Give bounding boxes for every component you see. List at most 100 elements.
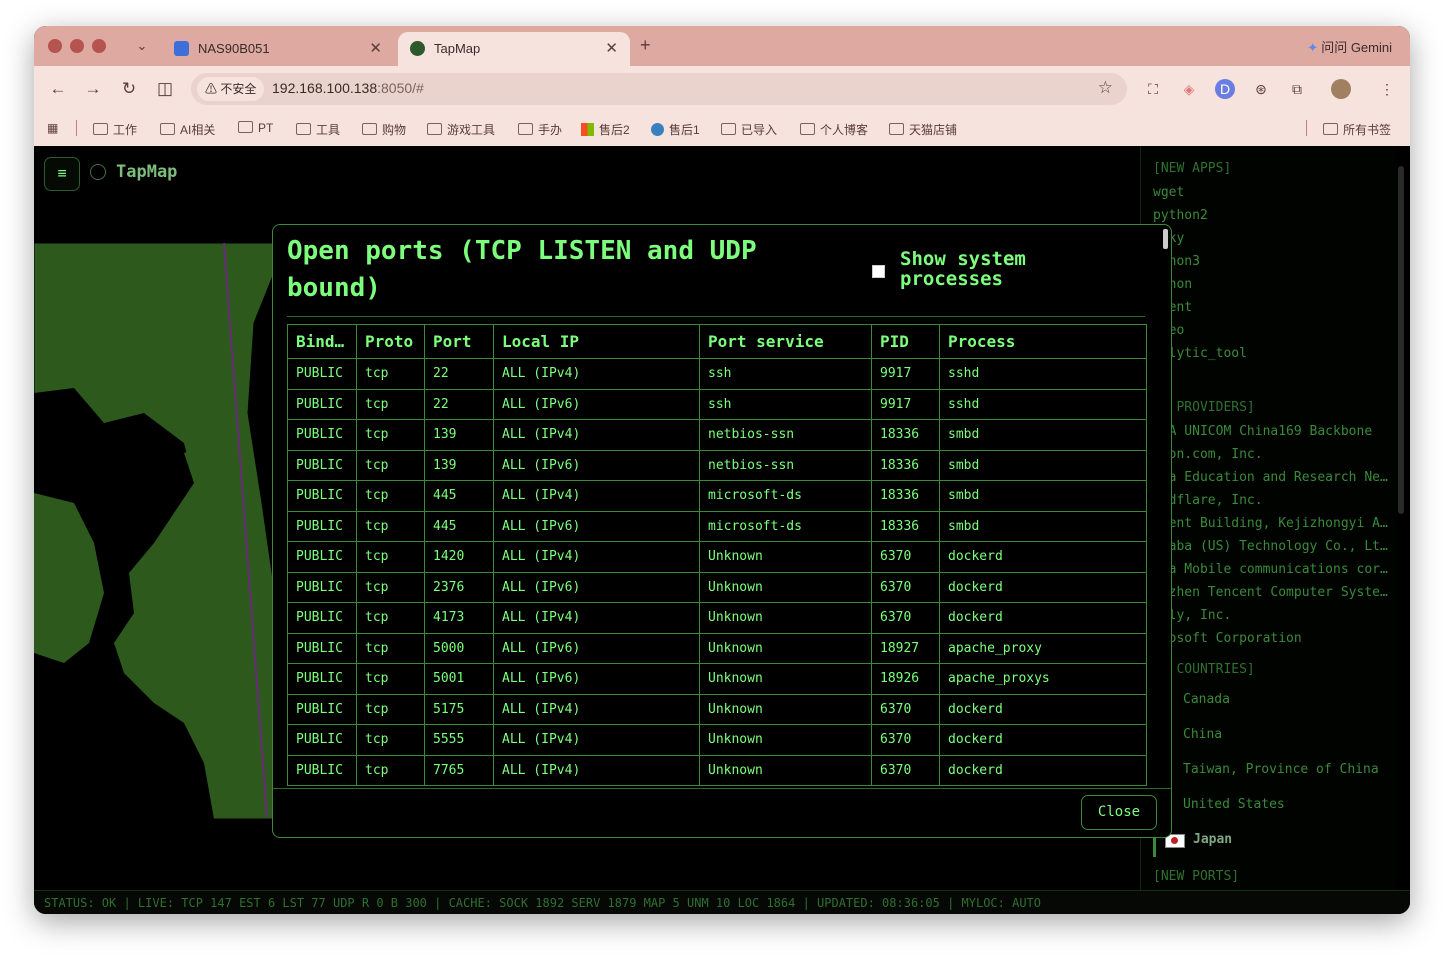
bookmark-folder[interactable]: 工具 (296, 121, 340, 138)
url-text[interactable]: 192.168.100.138:8050/# (272, 80, 424, 96)
table-cell: 18336 (871, 449, 940, 481)
activity-panel[interactable]: [NEW APPS] wget python2 ocky ython3 ytho… (1140, 146, 1396, 890)
puzzle-extensions-icon[interactable]: ⧉ (1287, 79, 1307, 99)
tab-title: NAS90B051 (198, 41, 270, 56)
bookmark-link[interactable]: 售后1 (651, 121, 700, 138)
panel-scrollbar[interactable] (1398, 166, 1404, 514)
provider-entry: crosoft Corporation (1153, 631, 1302, 646)
bookmark-link[interactable]: 售后2 (581, 121, 630, 138)
all-bookmarks-folder[interactable]: 所有书签 (1323, 121, 1391, 138)
table-row[interactable]: PUBLIC tcp 5001 ALL (IPv6) Unknown 18926 apach… (287, 663, 1147, 695)
table-row[interactable]: PUBLIC tcp 5175 ALL (IPv4) Unknown 6370 docker… (287, 693, 1147, 725)
ports-table-wrapper[interactable]: Bind… Proto Port Local IP Port service P… (287, 324, 1147, 786)
table-cell: 5000 (424, 632, 494, 664)
maximize-window-button[interactable] (92, 39, 106, 53)
security-chip[interactable]: ⚠ 不安全 (197, 77, 265, 101)
show-system-checkbox[interactable] (872, 265, 885, 278)
extension-icon[interactable]: ◈ (1179, 79, 1199, 99)
table-cell: ALL (IPv4) (493, 602, 700, 634)
split-view-icon[interactable]: ◫ (155, 79, 175, 99)
table-cell: PUBLIC (287, 510, 357, 542)
table-row[interactable]: PUBLIC tcp 5555 ALL (IPv4) Unknown 6370 docker… (287, 724, 1147, 756)
column-header[interactable]: Proto (356, 324, 425, 359)
new-tab-icon[interactable]: + (640, 35, 651, 56)
table-row[interactable]: PUBLIC tcp 445 ALL (IPv6) microsoft-ds 18336 s… (287, 510, 1147, 542)
folder-icon (93, 123, 108, 135)
tab-search-icon[interactable]: ⌄ (132, 36, 152, 56)
app-entry: ython (1153, 277, 1193, 292)
tab-tapmap[interactable]: TapMap ✕ (398, 32, 630, 66)
close-tab-icon[interactable]: ✕ (605, 39, 618, 57)
bookmark-star-icon[interactable]: ☆ (1098, 78, 1113, 98)
table-cell: 22 (424, 388, 494, 420)
section-header: EW COUNTRIES] (1153, 662, 1255, 677)
column-header[interactable]: Process (939, 324, 1147, 359)
table-cell: 7765 (424, 754, 494, 786)
column-header[interactable]: Port service (699, 324, 872, 359)
bookmark-label: 购物 (382, 123, 407, 137)
table-cell: Unknown (699, 541, 872, 573)
bookmark-label: 售后2 (599, 123, 630, 137)
table-cell: 9917 (871, 388, 940, 420)
table-row[interactable]: PUBLIC tcp 139 ALL (IPv6) netbios-ssn 18336 sm… (287, 449, 1147, 481)
table-row[interactable]: PUBLIC tcp 139 ALL (IPv4) netbios-ssn 18336 sm… (287, 419, 1147, 451)
bookmark-folder[interactable]: PT (238, 121, 273, 135)
minimize-window-button[interactable] (70, 39, 84, 53)
reload-icon[interactable]: ↻ (119, 79, 139, 99)
table-row[interactable]: PUBLIC tcp 2376 ALL (IPv6) Unknown 6370 docker… (287, 571, 1147, 603)
table-cell: 18927 (871, 632, 940, 664)
column-header[interactable]: Local IP (493, 324, 700, 359)
provider-entry: stly, Inc. (1153, 608, 1232, 623)
show-system-label[interactable]: Show system processes (900, 249, 1090, 289)
extension-icon[interactable]: D (1215, 79, 1235, 99)
column-header[interactable]: PID (871, 324, 940, 359)
extension-icon[interactable]: ⛶ (1143, 79, 1163, 99)
table-row[interactable]: PUBLIC tcp 4173 ALL (IPv4) Unknown 6370 docker… (287, 602, 1147, 634)
back-arrow-icon[interactable]: ← (48, 79, 68, 99)
extension-icon[interactable]: ⊛ (1251, 79, 1271, 99)
apps-grid-icon[interactable]: ▦ (47, 121, 58, 135)
table-row[interactable]: PUBLIC tcp 1420 ALL (IPv4) Unknown 6370 docker… (287, 541, 1147, 573)
close-tab-icon[interactable]: ✕ (369, 39, 382, 57)
hamburger-menu-button[interactable]: ≡ (44, 157, 80, 191)
folder-icon (1323, 123, 1338, 135)
bookmark-folder[interactable]: 个人博客 (800, 121, 868, 138)
bookmark-folder[interactable]: 天猫店铺 (889, 121, 957, 138)
table-row[interactable]: PUBLIC tcp 22 ALL (IPv6) ssh 9917 sshd (287, 388, 1147, 420)
table-row[interactable]: PUBLIC tcp 22 ALL (IPv4) ssh 9917 sshd (287, 358, 1147, 390)
table-cell: 445 (424, 510, 494, 542)
bookmark-folder[interactable]: 工作 (93, 121, 137, 138)
bookmark-label: 手办 (538, 123, 563, 137)
table-row[interactable]: PUBLIC tcp 7765 ALL (IPv4) Unknown 6370 docker… (287, 754, 1147, 786)
address-bar[interactable]: ⚠ 不安全 192.168.100.138:8050/# ☆ (191, 73, 1127, 105)
table-cell: PUBLIC (287, 449, 357, 481)
bookmark-folder[interactable]: 游戏工具 (427, 121, 495, 138)
forward-arrow-icon[interactable]: → (83, 79, 103, 99)
bookmark-folder[interactable]: AI相关 (160, 121, 215, 138)
close-window-button[interactable] (48, 39, 62, 53)
bookmark-folder[interactable]: 购物 (362, 121, 406, 138)
app-entry: ocky (1153, 231, 1389, 246)
column-header[interactable]: Port (424, 324, 494, 359)
provider-entry: INA UNICOM China169 Backbone (1153, 424, 1373, 439)
table-cell: 1420 (424, 541, 494, 573)
table-row[interactable]: PUBLIC tcp 445 ALL (IPv4) microsoft-ds 18336 s… (287, 480, 1147, 512)
folder-icon (362, 123, 377, 135)
gemini-button[interactable]: ✦ 问问 Gemini (1307, 37, 1392, 56)
modal-scrollbar[interactable] (1163, 229, 1168, 249)
country-entry: United States (1183, 797, 1285, 812)
close-button[interactable]: Close (1081, 795, 1157, 830)
kebab-menu-icon[interactable]: ⋮ (1377, 79, 1397, 99)
bookmark-folder[interactable]: 已导入 (721, 121, 777, 138)
column-header[interactable]: Bind… (287, 324, 357, 359)
bookmark-folder[interactable]: 手办 (518, 121, 562, 138)
table-cell: PUBLIC (287, 358, 357, 390)
profile-avatar[interactable] (1331, 79, 1351, 99)
table-cell: Unknown (699, 632, 872, 664)
tab-nas[interactable]: NAS90B051 ✕ (162, 32, 394, 66)
provider-entry: ibaba (US) Technology Co., Ltd. (1153, 539, 1389, 554)
table-cell: Unknown (699, 754, 872, 786)
bookmark-separator (1306, 120, 1307, 136)
table-cell: dockerd (939, 754, 1147, 786)
table-row[interactable]: PUBLIC tcp 5000 ALL (IPv6) Unknown 18927 apach… (287, 632, 1147, 664)
